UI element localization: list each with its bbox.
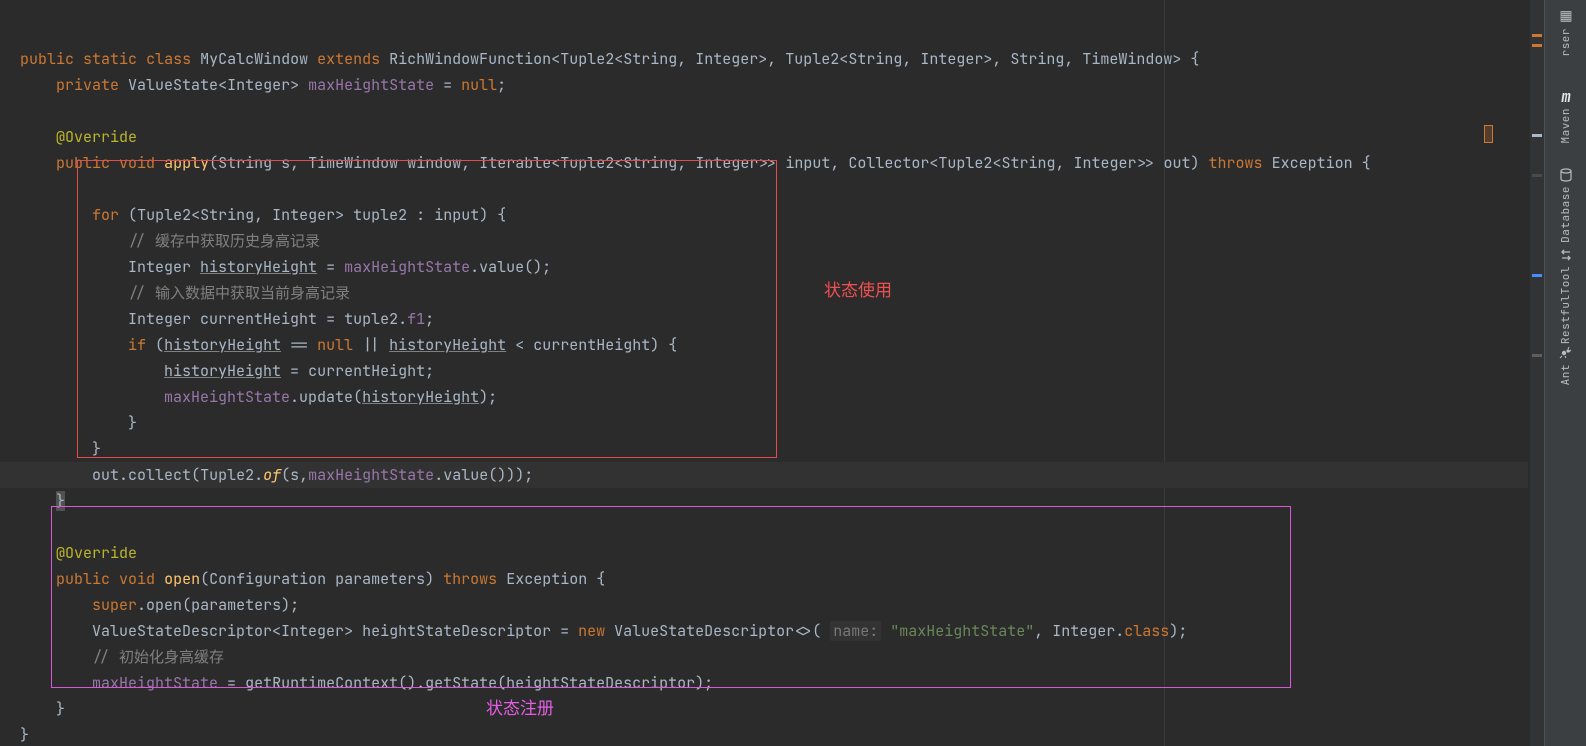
parser-icon: ▦ [1558, 8, 1574, 24]
stripe-mark[interactable] [1532, 34, 1542, 37]
stripe-mark[interactable] [1532, 174, 1542, 177]
restful-icon [1558, 248, 1574, 262]
tool-maven[interactable]: m Maven [1545, 80, 1586, 160]
tool-window-rail: ▦ rser m Maven Database RestfulTool Ant [1544, 0, 1586, 746]
stripe-mark[interactable] [1532, 274, 1542, 277]
maven-icon: m [1558, 88, 1574, 104]
stripe-mark[interactable] [1532, 134, 1542, 137]
caret [1484, 125, 1493, 143]
error-stripe[interactable] [1530, 0, 1544, 746]
tool-database[interactable]: Database [1545, 160, 1586, 240]
annotation-label-state-register: 状态注册 [486, 694, 554, 719]
ant-icon [1558, 344, 1574, 360]
stripe-mark[interactable] [1532, 44, 1542, 47]
tool-parser[interactable]: ▦ rser [1545, 0, 1586, 80]
tool-ant[interactable]: Ant [1545, 336, 1586, 416]
database-icon [1558, 168, 1574, 182]
tool-restful[interactable]: RestfulTool [1545, 240, 1586, 336]
code-editor[interactable]: 状态使用 状态注册 public static class MyCalcWind… [0, 0, 1528, 746]
annotation-label-state-use: 状态使用 [824, 276, 892, 301]
stripe-mark[interactable] [1532, 354, 1542, 357]
code-content[interactable]: public static class MyCalcWindow extends… [0, 20, 1528, 746]
